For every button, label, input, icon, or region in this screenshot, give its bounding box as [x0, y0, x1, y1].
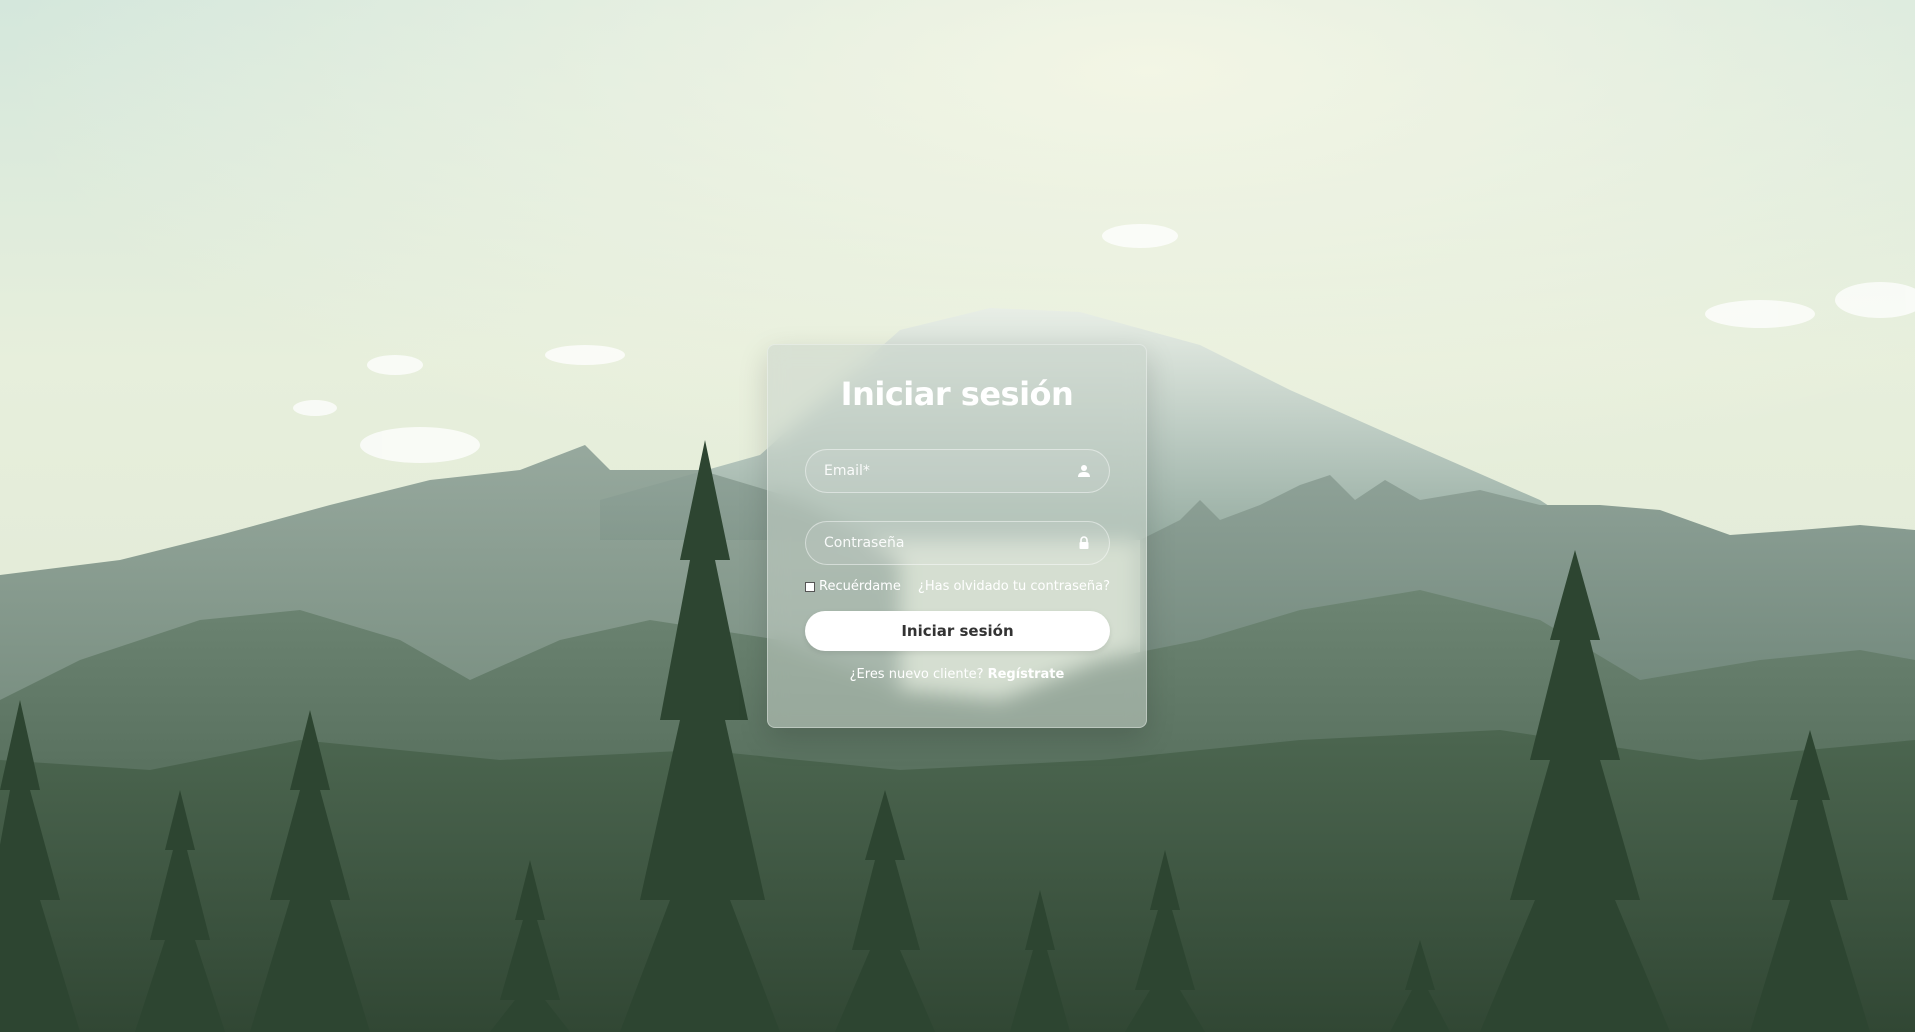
register-prompt: ¿Eres nuevo cliente? Regístrate — [768, 667, 1146, 682]
password-input[interactable] — [824, 522, 1064, 564]
login-button[interactable]: Iniciar sesión — [805, 611, 1110, 651]
remember-me[interactable]: Recuérdame — [805, 579, 901, 594]
login-title: Iniciar sesión — [840, 375, 1074, 413]
login-page: Iniciar sesión Recuérdame ¿Has olvidado … — [0, 0, 1915, 1032]
email-input[interactable] — [824, 450, 1064, 492]
login-options: Recuérdame ¿Has olvidado tu contraseña? — [805, 579, 1110, 599]
password-field[interactable] — [805, 521, 1110, 565]
remember-checkbox[interactable] — [805, 581, 815, 592]
remember-label: Recuérdame — [819, 579, 901, 594]
register-prompt-text: ¿Eres nuevo cliente? — [849, 667, 984, 682]
forgot-password-link[interactable]: ¿Has olvidado tu contraseña? — [918, 579, 1110, 594]
login-form: Iniciar sesión Recuérdame ¿Has olvidado … — [767, 344, 1147, 728]
lock-icon — [1079, 536, 1089, 549]
user-icon — [1078, 465, 1090, 477]
register-link[interactable]: Regístrate — [988, 667, 1065, 682]
email-field[interactable] — [805, 449, 1110, 493]
